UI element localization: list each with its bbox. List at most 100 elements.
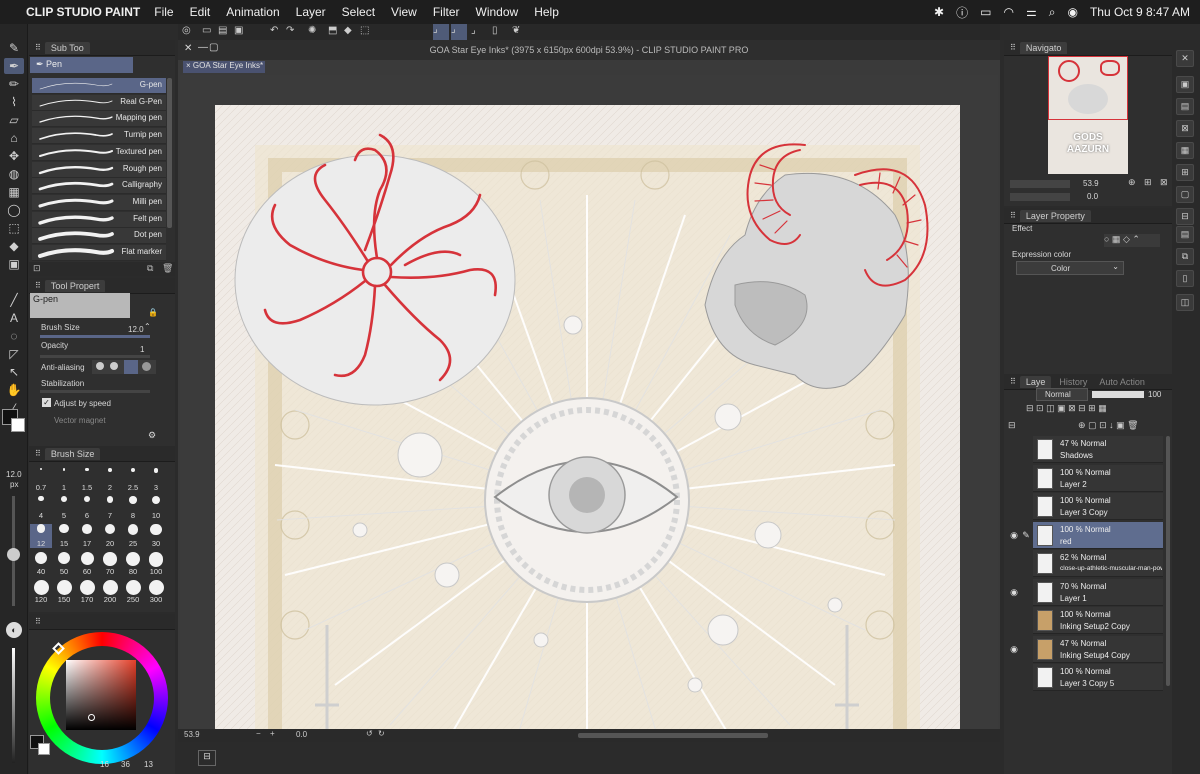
tab-close-icon[interactable]: ×: [186, 61, 193, 70]
new-file-icon[interactable]: ▭: [202, 25, 211, 36]
marker-tool-icon[interactable]: ⌇: [4, 94, 24, 110]
grid-tool-icon[interactable]: ▦: [4, 184, 24, 200]
eraser-tool-icon[interactable]: ▱: [4, 112, 24, 128]
color-sub-swatch[interactable]: [38, 743, 50, 755]
brush-size-option[interactable]: 2.5: [122, 468, 144, 492]
sub-tool-tab[interactable]: Sub Too: [44, 41, 90, 54]
effect-buttons[interactable]: ○ ▦ ◇ ⌃: [1104, 234, 1160, 247]
document-tab[interactable]: × GOA Star Eye Inks*: [183, 61, 265, 73]
brush-size-option[interactable]: 120: [30, 580, 52, 604]
brush-size-option[interactable]: 12: [30, 524, 52, 548]
artwork-canvas[interactable]: [215, 105, 960, 729]
panel-doc-icon[interactable]: ▯: [1176, 270, 1194, 287]
pen-tool-icon[interactable]: ✒: [4, 58, 24, 74]
brush-size-option[interactable]: 300: [145, 580, 167, 604]
menu-layer[interactable]: Layer: [296, 5, 326, 19]
spinner-icon[interactable]: ⌃: [144, 322, 151, 331]
brush-item[interactable]: G-pen: [32, 78, 166, 94]
octopus-icon[interactable]: ❦: [512, 25, 520, 36]
brush-size-option[interactable]: 60: [76, 552, 98, 576]
layer-row[interactable]: 62 % Normal close-up-athletic-muscular-ma…: [1033, 550, 1163, 577]
ruler-tool-icon[interactable]: ◸: [4, 346, 24, 362]
flip-nav-icon[interactable]: ⊠: [1160, 177, 1168, 188]
navigator-rotate-slider[interactable]: [1010, 193, 1070, 201]
brush-size-option[interactable]: 30: [145, 524, 167, 548]
clock[interactable]: Thu Oct 9 8:47 AM: [1090, 5, 1190, 19]
brush-size-option[interactable]: 17: [76, 524, 98, 548]
adjust-by-speed-checkbox[interactable]: ✓: [42, 398, 51, 407]
navigator-zoom[interactable]: 53.9: [1083, 179, 1099, 188]
brush-size-option[interactable]: 5: [53, 496, 75, 520]
brush-size-option[interactable]: 10: [145, 496, 167, 520]
bucket-tool-icon[interactable]: ◆: [4, 238, 24, 254]
sub-color-swatch[interactable]: [11, 418, 25, 432]
layer-row[interactable]: 100 % Normal Inking Setup2 Copy: [1033, 607, 1163, 634]
brush-size-value[interactable]: 12.0: [128, 325, 144, 334]
grip-icon[interactable]: ⠿: [1010, 377, 1016, 386]
fill-tool-icon[interactable]: ◍: [4, 166, 24, 182]
brush-size-option[interactable]: 50: [53, 552, 75, 576]
opacity-slider-vertical[interactable]: [12, 648, 15, 763]
brush-item[interactable]: Calligraphy: [32, 178, 166, 195]
panel-x-icon[interactable]: ⊠: [1176, 120, 1194, 137]
lasso-tool-icon[interactable]: ◯: [4, 202, 24, 218]
move-tool-icon[interactable]: ✥: [4, 148, 24, 164]
undo-icon[interactable]: ↶: [270, 25, 278, 36]
tab-auto-action[interactable]: Auto Action: [1095, 377, 1149, 387]
brush-size-option[interactable]: 4: [30, 496, 52, 520]
eye-icon[interactable]: ◉: [1009, 587, 1019, 598]
layer-opacity-slider[interactable]: [1092, 391, 1144, 398]
brush-size-slider[interactable]: [40, 335, 150, 338]
clear-icon[interactable]: ⬒: [328, 25, 337, 36]
hand-tool-icon[interactable]: ✋: [4, 382, 24, 398]
navigator-thumbnail[interactable]: GODS AAZURN: [1048, 56, 1128, 174]
brush-size-option[interactable]: 7: [99, 496, 121, 520]
panel-close-icon[interactable]: ✕: [1176, 50, 1194, 67]
brush-item[interactable]: Textured pen: [32, 144, 166, 161]
rotate-left-icon[interactable]: ↺: [366, 729, 373, 738]
menu-edit[interactable]: Edit: [190, 5, 211, 19]
selection-tool-icon[interactable]: ⬚: [4, 220, 24, 236]
panel-frame-icon[interactable]: ▢: [1176, 186, 1194, 203]
layer-row[interactable]: 100 % Normal Layer 3 Copy: [1033, 493, 1163, 520]
brush-size-option[interactable]: 100: [145, 552, 167, 576]
siri-icon[interactable]: ◉: [1067, 5, 1077, 19]
brush-size-option[interactable]: 1.5: [76, 468, 98, 492]
grip-icon[interactable]: ⠿: [1010, 43, 1016, 52]
opacity-value[interactable]: 1: [140, 345, 144, 354]
opacity-slider[interactable]: [40, 355, 150, 358]
layer-row[interactable]: 100 % Normal Layer 3 Copy 5: [1033, 664, 1163, 691]
aa-strong-icon[interactable]: [142, 362, 151, 371]
panel-layer-icon[interactable]: ▤: [1176, 98, 1194, 115]
brush-tool-icon[interactable]: ✎: [4, 40, 24, 56]
grip-icon[interactable]: ⠿: [35, 617, 41, 626]
grip-icon[interactable]: ⠿: [35, 449, 41, 458]
expression-color-select[interactable]: Color ⌄: [1016, 261, 1124, 275]
save-icon[interactable]: ▣: [234, 25, 243, 36]
tab-history[interactable]: History: [1055, 377, 1091, 387]
brush-size-option[interactable]: 40: [30, 552, 52, 576]
snap-special-icon[interactable]: ⌟: [451, 24, 467, 40]
wifi-icon[interactable]: ◠: [1003, 5, 1013, 19]
brush-item[interactable]: Felt pen: [32, 211, 166, 228]
fit-nav-icon[interactable]: ⊞: [1144, 177, 1152, 188]
value-picker-marker[interactable]: [88, 714, 95, 721]
app-menu[interactable]: CLIP STUDIO PAINT: [26, 5, 140, 19]
layer-row[interactable]: 100 % Normal Layer 2: [1033, 464, 1163, 492]
transform-icon[interactable]: ⬚: [360, 25, 369, 36]
menu-select[interactable]: Select: [342, 5, 375, 19]
copy-sub-tool-icon[interactable]: ⧉: [147, 263, 153, 274]
aa-none-icon[interactable]: [96, 362, 104, 370]
stabilization-slider[interactable]: [40, 390, 150, 393]
brush-size-option[interactable]: 0.7: [30, 468, 52, 492]
layer-opacity-value[interactable]: 100: [1148, 390, 1161, 399]
brush-size-option[interactable]: 200: [99, 580, 121, 604]
aa-weak-icon[interactable]: [110, 362, 118, 370]
brush-size-option[interactable]: 6: [76, 496, 98, 520]
size-slider-knob[interactable]: [7, 548, 20, 561]
grip-icon[interactable]: ⠿: [1010, 211, 1016, 220]
menu-file[interactable]: File: [154, 5, 173, 19]
tool-property-tab[interactable]: Tool Propert: [44, 279, 106, 292]
lock-icon[interactable]: 🔒: [148, 308, 158, 317]
zoom-in-icon[interactable]: +: [270, 729, 275, 738]
